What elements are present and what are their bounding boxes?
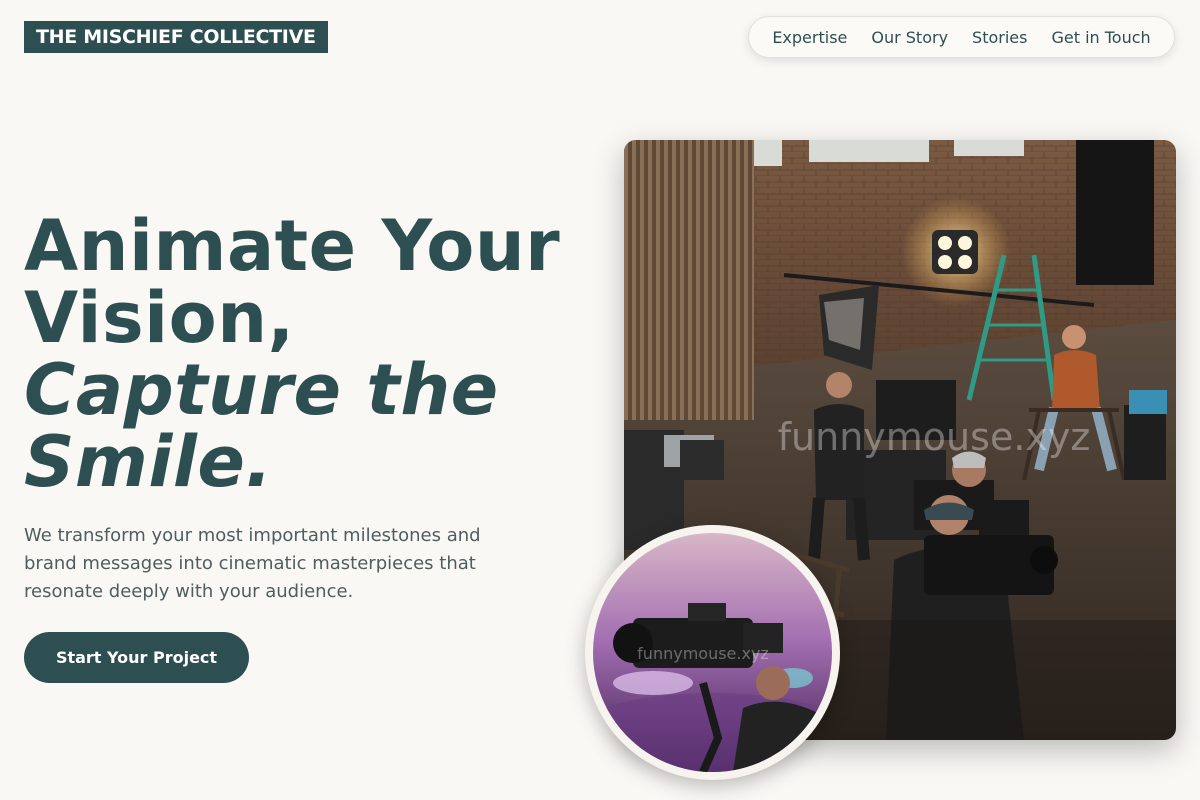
main-image-watermark: funnymouse.xyz: [778, 415, 1091, 459]
hero-title-line: Capture the: [24, 349, 499, 431]
main-nav: Expertise Our Story Stories Get in Touch: [748, 16, 1175, 58]
start-project-button[interactable]: Start Your Project: [24, 632, 249, 683]
nav-link-expertise[interactable]: Expertise: [772, 28, 847, 47]
camera-operator-photo: funnymouse.xyz: [585, 525, 840, 780]
camera-operator-illustration: funnymouse.xyz: [593, 533, 832, 772]
hero-title-line: Smile.: [24, 421, 273, 503]
nav-link-stories[interactable]: Stories: [972, 28, 1027, 47]
camera-operator-photo-frame: funnymouse.xyz: [593, 533, 832, 772]
nav-link-our-story[interactable]: Our Story: [871, 28, 948, 47]
hero-title-line: Animate Your: [24, 205, 561, 287]
brand-logo[interactable]: THE MISCHIEF COLLECTIVE: [24, 21, 328, 53]
hero-description: We transform your most important milesto…: [24, 525, 481, 602]
landing-page: THE MISCHIEF COLLECTIVE Expertise Our St…: [0, 0, 1200, 800]
nav-link-get-in-touch[interactable]: Get in Touch: [1051, 28, 1150, 47]
hero-title: Animate Your Vision, Capture the Smile.: [24, 210, 604, 498]
circle-image-watermark: funnymouse.xyz: [637, 644, 769, 663]
hero-title-line: Vision,: [24, 277, 295, 359]
